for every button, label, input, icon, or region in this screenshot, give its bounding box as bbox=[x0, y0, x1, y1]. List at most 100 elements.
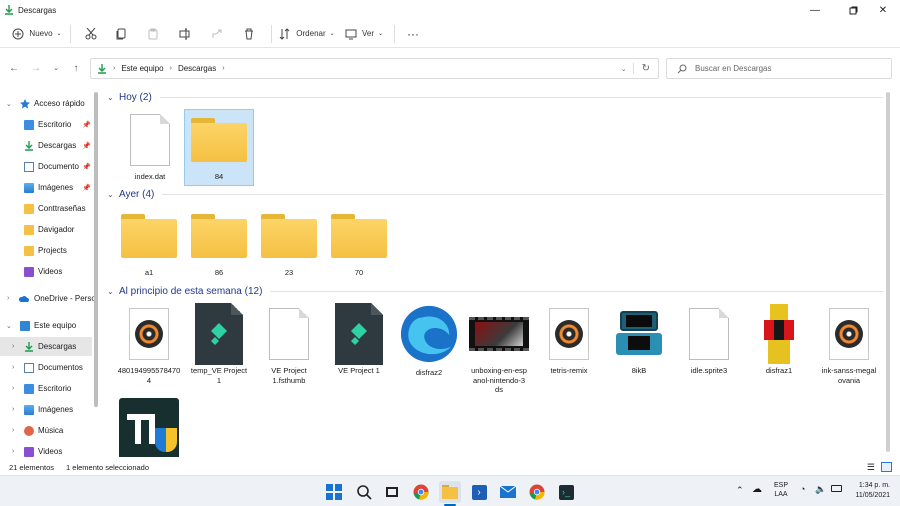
new-button[interactable]: Nuevo ⌄ bbox=[10, 23, 64, 45]
sidebar-item-pc-documentos[interactable]: › Documentos bbox=[0, 358, 92, 377]
search-box[interactable]: Buscar en Descargas bbox=[666, 58, 892, 79]
maximize-button[interactable] bbox=[836, 0, 870, 20]
cut-button[interactable] bbox=[77, 23, 105, 45]
file-item[interactable]: temp_VE Project 1 bbox=[184, 303, 254, 385]
search-input[interactable]: Buscar en Descargas bbox=[695, 64, 771, 73]
file-thumbnail bbox=[679, 304, 739, 364]
task-view-button[interactable] bbox=[381, 481, 403, 503]
file-item[interactable]: VE Project 1 bbox=[324, 303, 394, 376]
sidebar-onedrive[interactable]: › OneDrive - Perso bbox=[0, 289, 96, 308]
sort-button[interactable]: Ordenar ⌄ bbox=[278, 23, 336, 45]
content-scrollbar[interactable] bbox=[886, 92, 890, 452]
close-button[interactable]: ✕ bbox=[866, 0, 900, 20]
file-item[interactable]: disfraz2 bbox=[394, 302, 464, 378]
sidebar-item-pc-videos[interactable]: › Videos bbox=[0, 442, 92, 457]
sidebar-item-videos-quick[interactable]: Videos bbox=[0, 262, 92, 281]
copy-button[interactable] bbox=[105, 23, 137, 45]
minimize-button[interactable]: — bbox=[798, 0, 832, 20]
chevron-down-icon[interactable]: ⌄ bbox=[6, 322, 12, 330]
file-explorer-taskbar-button[interactable] bbox=[439, 481, 461, 503]
file-item[interactable]: unboxing-en-esp anol-nintendo-3 ds bbox=[464, 304, 534, 395]
sidebar-item-pc-imagenes[interactable]: › Imágenes bbox=[0, 400, 92, 419]
paste-button[interactable] bbox=[137, 23, 169, 45]
view-button[interactable]: Ver ⌄ bbox=[340, 23, 388, 45]
chevron-right-icon: › bbox=[113, 65, 116, 72]
sidebar-item-davigador[interactable]: Davigador bbox=[0, 220, 92, 239]
address-bar[interactable]: › Este equipo › Descargas › ⌄ ↻ bbox=[90, 58, 659, 79]
forward-button[interactable]: → bbox=[28, 60, 44, 76]
chrome-taskbar-button-2[interactable] bbox=[526, 481, 548, 503]
chevron-right-icon[interactable]: › bbox=[12, 343, 14, 350]
chrome-taskbar-button[interactable] bbox=[410, 481, 432, 503]
tiles-view-icon[interactable] bbox=[881, 462, 892, 472]
address-dropdown-icon[interactable]: ⌄ bbox=[621, 65, 627, 73]
chevron-down-icon[interactable]: ⌄ bbox=[107, 93, 117, 102]
sidebar-item-documento[interactable]: Documento 📌 bbox=[0, 157, 92, 176]
file-item[interactable]: 480194995578470 4 bbox=[114, 304, 184, 385]
more-button[interactable]: ··· bbox=[401, 23, 425, 45]
sidebar-item-pc-descargas[interactable]: › Descargas bbox=[0, 337, 92, 356]
cloud-icon[interactable]: ☁ bbox=[752, 484, 762, 495]
sidebar-scrollbar[interactable] bbox=[94, 92, 98, 407]
folder-item[interactable]: 23 bbox=[254, 206, 324, 278]
chevron-right-icon[interactable]: › bbox=[7, 295, 9, 302]
file-item[interactable]: VE Project 1.fsthumb bbox=[254, 304, 324, 385]
chevron-right-icon[interactable]: › bbox=[12, 364, 14, 371]
folder-item[interactable]: 70 bbox=[324, 206, 394, 278]
wifi-icon[interactable]: ◔ bbox=[800, 484, 805, 494]
sidebar-item-pc-escritorio[interactable]: › Escritorio bbox=[0, 379, 92, 398]
sidebar-item-escritorio[interactable]: Escritorio 📌 bbox=[0, 115, 92, 134]
sidebar-item-pc-musica[interactable]: › Música bbox=[0, 421, 92, 440]
sidebar-item-imagenes[interactable]: Imágenes 📌 bbox=[0, 178, 92, 197]
search-taskbar-button[interactable] bbox=[353, 481, 375, 503]
chevron-down-icon[interactable]: ⌄ bbox=[107, 190, 117, 199]
chevron-right-icon[interactable]: › bbox=[12, 427, 14, 434]
volume-icon[interactable]: 🔈 bbox=[815, 484, 826, 495]
group-header-yesterday[interactable]: ⌄ Ayer (4) bbox=[103, 189, 883, 200]
tray-overflow-icon[interactable]: ⌃ bbox=[736, 485, 744, 496]
rename-button[interactable] bbox=[169, 23, 201, 45]
folder-item[interactable]: 86 bbox=[184, 206, 254, 278]
folder-icon bbox=[191, 118, 247, 162]
details-view-icon[interactable]: ☰ bbox=[867, 462, 875, 473]
disc-icon bbox=[835, 320, 863, 348]
recent-chevron-icon[interactable]: ⌄ bbox=[48, 60, 64, 76]
breadcrumb-downloads[interactable]: Descargas bbox=[178, 64, 216, 73]
desktop-icon bbox=[24, 383, 34, 394]
sidebar-quick-access[interactable]: ⌄ Acceso rápido bbox=[0, 94, 92, 113]
terminal-taskbar-button[interactable]: ›_ bbox=[555, 481, 577, 503]
sidebar-this-pc[interactable]: ⌄ Este equipo bbox=[0, 316, 92, 335]
file-item[interactable]: index.dat bbox=[115, 110, 185, 182]
battery-icon[interactable] bbox=[831, 485, 842, 492]
sidebar-item-descargas[interactable]: Descargas 📌 bbox=[0, 136, 92, 155]
file-item[interactable]: ink-sanss-megal ovania bbox=[814, 304, 884, 385]
file-item[interactable] bbox=[114, 398, 184, 457]
sidebar-item-conttrasenas[interactable]: Conttraseñas bbox=[0, 199, 92, 218]
clock[interactable]: 1:34 p. m. 11/05/2021 bbox=[850, 481, 890, 501]
chevron-down-icon[interactable]: ⌄ bbox=[6, 100, 12, 108]
file-item[interactable]: idle.sprite3 bbox=[674, 304, 744, 376]
share-button[interactable] bbox=[201, 23, 233, 45]
refresh-icon[interactable]: ↻ bbox=[632, 63, 650, 74]
breadcrumb-this-pc[interactable]: Este equipo bbox=[121, 64, 163, 73]
start-button[interactable] bbox=[323, 481, 345, 503]
chevron-down-icon[interactable]: ⌄ bbox=[107, 287, 117, 296]
plus-circle-icon bbox=[12, 28, 24, 39]
mail-taskbar-button[interactable] bbox=[497, 481, 519, 503]
delete-button[interactable] bbox=[233, 23, 265, 45]
chevron-right-icon[interactable]: › bbox=[12, 406, 14, 413]
powershell-taskbar-button[interactable]: › bbox=[468, 481, 490, 503]
folder-item[interactable]: a1 bbox=[114, 206, 184, 278]
file-item[interactable]: tetris-remix bbox=[534, 304, 604, 376]
file-item[interactable]: disfraz1 bbox=[744, 304, 814, 376]
group-header-today[interactable]: ⌄ Hoy (2) bbox=[103, 92, 883, 103]
folder-item-selected[interactable]: 84 bbox=[184, 109, 254, 186]
sidebar-item-projects[interactable]: Projects bbox=[0, 241, 92, 260]
up-button[interactable]: ↑ bbox=[68, 60, 84, 76]
group-header-this-week[interactable]: ⌄ Al principio de esta semana (12) bbox=[103, 286, 883, 297]
file-item[interactable]: 8ikB bbox=[604, 304, 674, 376]
chevron-right-icon[interactable]: › bbox=[12, 385, 14, 392]
back-button[interactable]: ← bbox=[6, 60, 22, 76]
language-indicator[interactable]: ESP LAA bbox=[772, 481, 790, 499]
chevron-right-icon[interactable]: › bbox=[12, 448, 14, 455]
